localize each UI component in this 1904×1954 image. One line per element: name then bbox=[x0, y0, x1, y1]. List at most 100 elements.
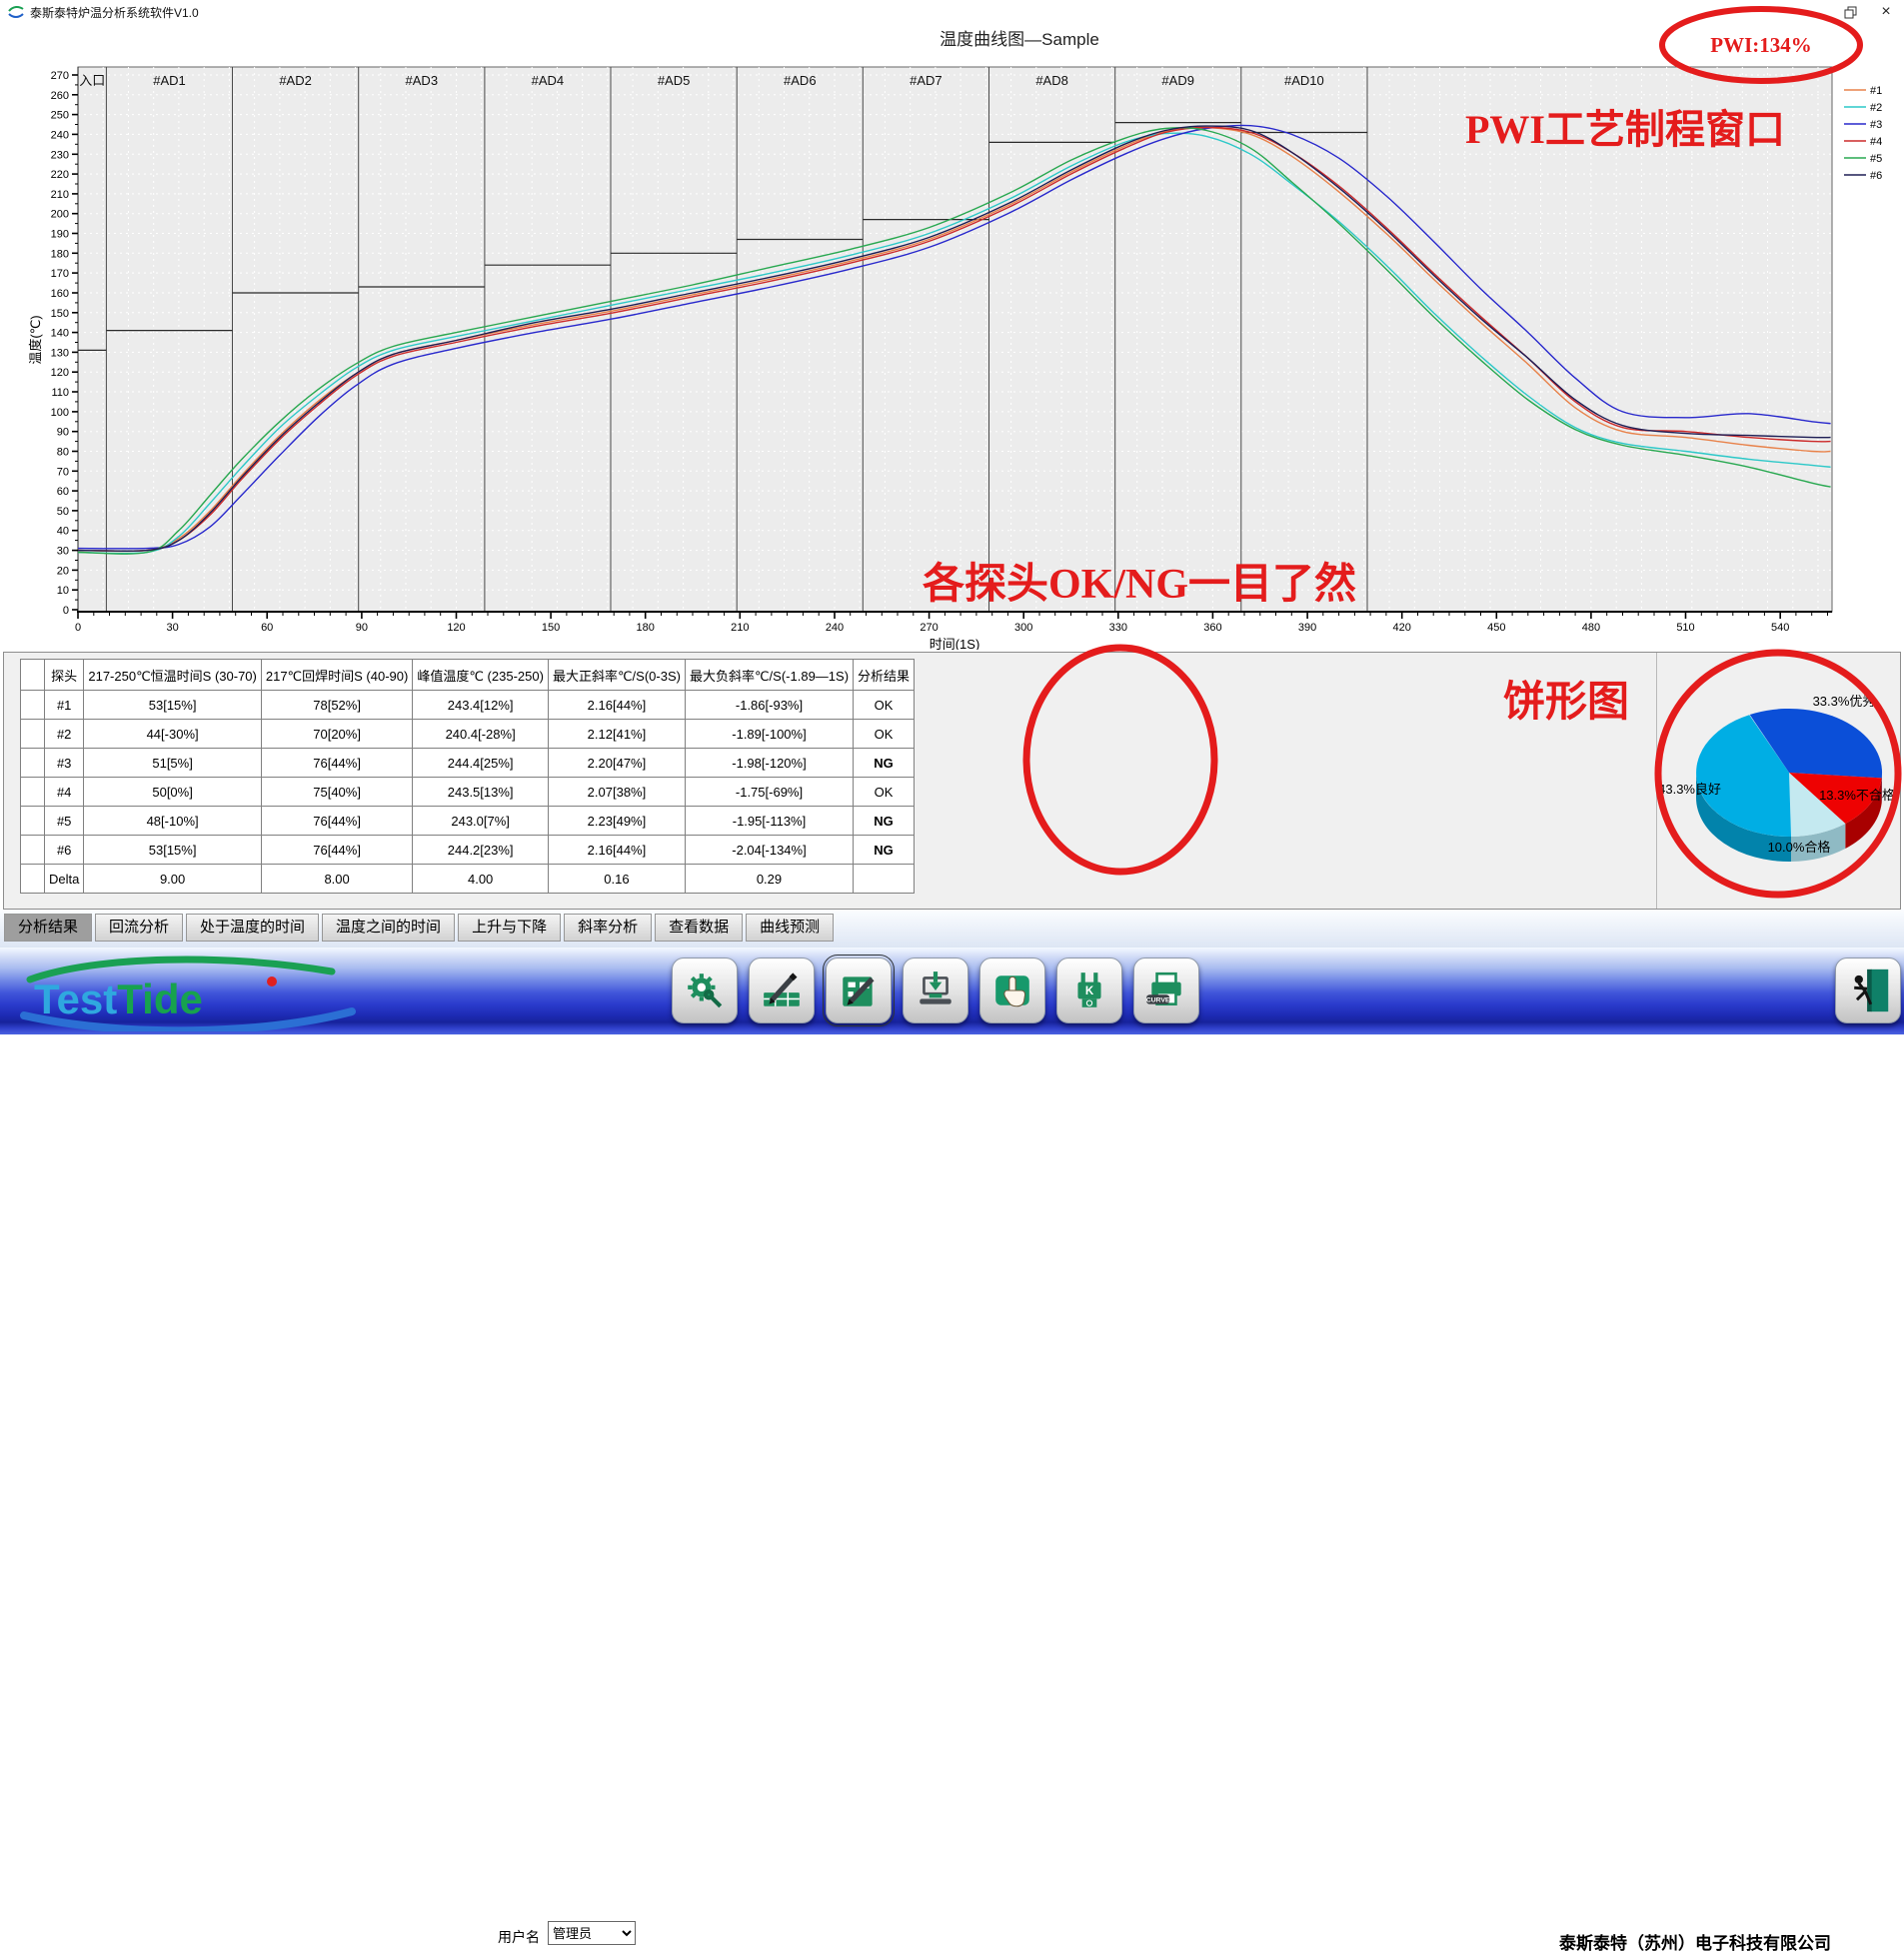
table-cell[interactable]: 2.23[49%] bbox=[548, 807, 685, 836]
svg-text:#AD10: #AD10 bbox=[1284, 73, 1324, 88]
table-cell[interactable]: OK bbox=[854, 691, 915, 720]
download-button[interactable] bbox=[903, 958, 968, 1023]
table-cell[interactable]: -1.95[-113%] bbox=[685, 807, 853, 836]
close-button[interactable]: × bbox=[1868, 0, 1904, 24]
plug-icon: K bbox=[1068, 970, 1110, 1011]
table-header: 探头217-250℃恒温时间S (30-70)217℃回焊时间S (40-90)… bbox=[21, 660, 915, 691]
table-cell[interactable]: 243.5[13%] bbox=[413, 778, 549, 807]
table-cell[interactable]: 2.20[47%] bbox=[548, 749, 685, 778]
column-header: 217-250℃恒温时间S (30-70) bbox=[84, 660, 262, 691]
svg-text:80: 80 bbox=[57, 447, 69, 459]
table-cell[interactable]: OK bbox=[854, 720, 915, 749]
table-cell[interactable]: NG bbox=[854, 807, 915, 836]
table-cell[interactable]: NG bbox=[854, 836, 915, 865]
svg-text:#5: #5 bbox=[1870, 153, 1882, 165]
table-cell[interactable]: 53[15%] bbox=[84, 836, 262, 865]
restore-button[interactable] bbox=[1832, 0, 1868, 24]
svg-text:130: 130 bbox=[51, 347, 69, 359]
svg-text:390: 390 bbox=[1298, 622, 1316, 634]
table-cell[interactable]: #2 bbox=[45, 720, 84, 749]
table-row[interactable]: #548[-10%]76[44%]243.0[7%]2.23[49%]-1.95… bbox=[21, 807, 915, 836]
company-name: 泰斯泰特（苏州）电子科技有限公司 bbox=[1539, 1929, 1831, 1954]
table-cell[interactable]: Delta bbox=[45, 865, 84, 894]
table-cell[interactable]: #3 bbox=[45, 749, 84, 778]
table-cell[interactable] bbox=[854, 865, 915, 894]
tab-分析结果[interactable]: 分析结果 bbox=[4, 914, 92, 942]
column-header: 分析结果 bbox=[854, 660, 915, 691]
board-edit-button[interactable] bbox=[826, 958, 892, 1023]
table-cell[interactable]: NG bbox=[854, 749, 915, 778]
svg-text:20: 20 bbox=[57, 565, 69, 577]
table-row[interactable]: #351[5%]76[44%]244.4[25%]2.20[47%]-1.98[… bbox=[21, 749, 915, 778]
table-row[interactable]: #450[0%]75[40%]243.5[13%]2.07[38%]-1.75[… bbox=[21, 778, 915, 807]
tab-回流分析[interactable]: 回流分析 bbox=[95, 914, 183, 942]
touch-select-button[interactable] bbox=[979, 958, 1045, 1023]
tab-温度之间的时间[interactable]: 温度之间的时间 bbox=[322, 914, 455, 942]
table-cell[interactable]: 243.0[7%] bbox=[413, 807, 549, 836]
tab-查看数据[interactable]: 查看数据 bbox=[655, 914, 743, 942]
table-cell[interactable]: 9.00 bbox=[84, 865, 262, 894]
table-cell[interactable]: #4 bbox=[45, 778, 84, 807]
svg-text:入口: 入口 bbox=[79, 73, 105, 88]
table-cell[interactable]: 0.16 bbox=[548, 865, 685, 894]
table-cell[interactable]: 48[-10%] bbox=[84, 807, 262, 836]
svg-text:100: 100 bbox=[51, 407, 69, 419]
tab-曲线预测[interactable]: 曲线预测 bbox=[746, 914, 834, 942]
chart-legend: #1#2#3#4#5#6 bbox=[1844, 85, 1882, 182]
table-cell[interactable]: 2.16[44%] bbox=[548, 836, 685, 865]
table-cell[interactable]: 4.00 bbox=[413, 865, 549, 894]
connector-button[interactable]: K bbox=[1056, 958, 1122, 1023]
table-cell[interactable]: #5 bbox=[45, 807, 84, 836]
window-controls: – × bbox=[1796, 0, 1904, 24]
laptop-download-icon bbox=[915, 970, 956, 1011]
minimize-button[interactable]: – bbox=[1796, 0, 1832, 24]
table-cell[interactable]: 244.4[25%] bbox=[413, 749, 549, 778]
print-curve-button[interactable]: CURVE bbox=[1133, 958, 1199, 1023]
table-row[interactable]: #153[15%]78[52%]243.4[12%]2.16[44%]-1.86… bbox=[21, 691, 915, 720]
table-cell[interactable]: 44[-30%] bbox=[84, 720, 262, 749]
table-cell[interactable]: 75[40%] bbox=[261, 778, 412, 807]
table-cell[interactable]: 243.4[12%] bbox=[413, 691, 549, 720]
svg-text:K: K bbox=[1085, 985, 1094, 997]
table-cell[interactable]: 76[44%] bbox=[261, 836, 412, 865]
table-row[interactable]: #653[15%]76[44%]244.2[23%]2.16[44%]-2.04… bbox=[21, 836, 915, 865]
table-cell[interactable]: 50[0%] bbox=[84, 778, 262, 807]
table-cell[interactable]: 78[52%] bbox=[261, 691, 412, 720]
table-cell[interactable]: -1.86[-93%] bbox=[685, 691, 853, 720]
table-cell[interactable]: OK bbox=[854, 778, 915, 807]
table-cell[interactable]: 76[44%] bbox=[261, 807, 412, 836]
table-cell[interactable]: 76[44%] bbox=[261, 749, 412, 778]
tab-斜率分析[interactable]: 斜率分析 bbox=[564, 914, 652, 942]
table-row[interactable]: #244[-30%]70[20%]240.4[-28%]2.12[41%]-1.… bbox=[21, 720, 915, 749]
table-row[interactable]: Delta9.008.004.000.160.29 bbox=[21, 865, 915, 894]
table-cell[interactable]: #6 bbox=[45, 836, 84, 865]
settings-button[interactable] bbox=[672, 958, 738, 1023]
table-cell[interactable]: 240.4[-28%] bbox=[413, 720, 549, 749]
table-cell[interactable]: #1 bbox=[45, 691, 84, 720]
table-cell[interactable]: 2.16[44%] bbox=[548, 691, 685, 720]
tab-上升与下降[interactable]: 上升与下降 bbox=[458, 914, 561, 942]
table-cell[interactable]: 2.07[38%] bbox=[548, 778, 685, 807]
username-select[interactable]: 管理员 bbox=[548, 1921, 636, 1945]
table-cell[interactable]: 0.29 bbox=[685, 865, 853, 894]
table-cell[interactable]: -1.98[-120%] bbox=[685, 749, 853, 778]
table-corner bbox=[21, 660, 45, 691]
table-cell[interactable]: 53[15%] bbox=[84, 691, 262, 720]
table-cell[interactable]: 70[20%] bbox=[261, 720, 412, 749]
exit-button[interactable] bbox=[1835, 958, 1901, 1023]
testtide-logo: TestTide bbox=[12, 950, 362, 1031]
edit-notes-button[interactable] bbox=[749, 958, 815, 1023]
svg-text:210: 210 bbox=[51, 189, 69, 201]
table-cell[interactable]: 51[5%] bbox=[84, 749, 262, 778]
tab-处于温度的时间[interactable]: 处于温度的时间 bbox=[186, 914, 319, 942]
table-cell[interactable]: -2.04[-134%] bbox=[685, 836, 853, 865]
table-cell[interactable]: -1.75[-69%] bbox=[685, 778, 853, 807]
svg-text:#AD2: #AD2 bbox=[279, 73, 312, 88]
probe-results-table: 探头217-250℃恒温时间S (30-70)217℃回焊时间S (40-90)… bbox=[20, 659, 915, 894]
tabs: 分析结果回流分析处于温度的时间温度之间的时间上升与下降斜率分析查看数据曲线预测 bbox=[4, 914, 837, 942]
svg-text:30: 30 bbox=[166, 622, 178, 634]
table-cell[interactable]: 8.00 bbox=[261, 865, 412, 894]
table-cell[interactable]: 244.2[23%] bbox=[413, 836, 549, 865]
table-cell[interactable]: 2.12[41%] bbox=[548, 720, 685, 749]
table-cell[interactable]: -1.89[-100%] bbox=[685, 720, 853, 749]
